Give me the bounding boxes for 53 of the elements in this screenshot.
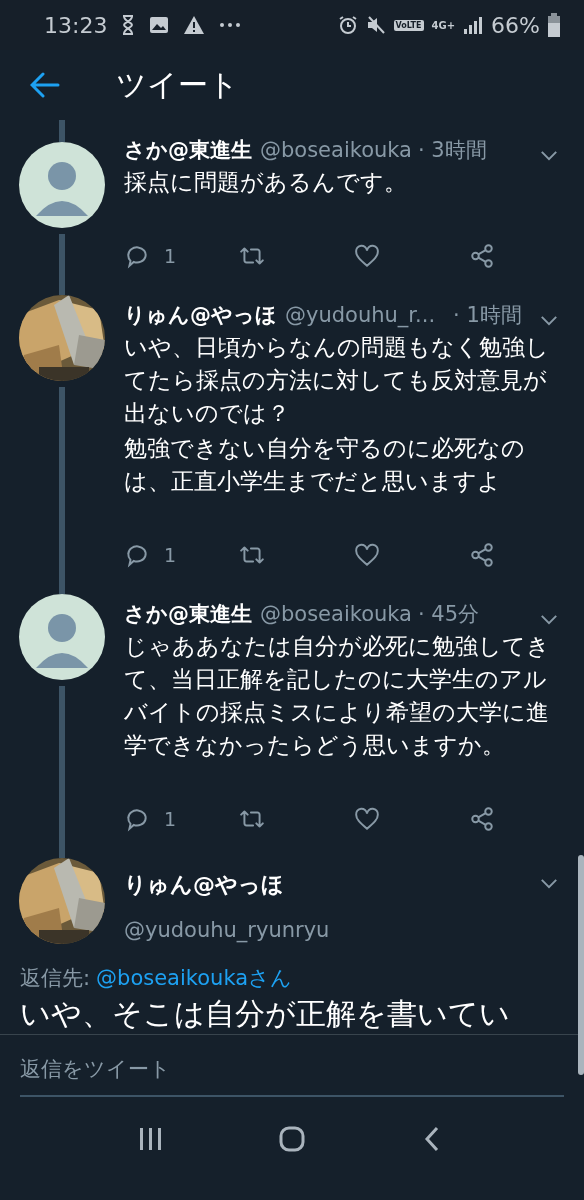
- heart-icon[interactable]: [354, 542, 380, 568]
- mute-icon: [365, 15, 386, 35]
- mention-link[interactable]: @boseaikoukaさん: [96, 966, 293, 990]
- chevron-down-icon[interactable]: [540, 315, 558, 326]
- warning-icon: [183, 15, 206, 35]
- avatar-icon[interactable]: [19, 594, 105, 680]
- chevron-down-icon[interactable]: [540, 150, 558, 161]
- clock-time: 13:23: [44, 12, 108, 38]
- reply-count: 1: [164, 544, 177, 566]
- signal-icon: [463, 15, 484, 35]
- alarm-icon: [337, 15, 358, 35]
- share-icon[interactable]: [469, 243, 495, 269]
- user-name[interactable]: りゅん@やっほ: [124, 301, 277, 329]
- battery-icon: [548, 13, 560, 37]
- tweet-time: · 1時間: [453, 302, 522, 329]
- reply-to-label: 返信先:: [20, 966, 91, 990]
- user-handle[interactable]: @boseaikouka: [260, 602, 412, 626]
- volte-icon: VoLTE: [393, 19, 424, 31]
- tweet-text: いや、日頃からなんの問題もなく勉強してたら採点の方法に対しても反対意見が出ないのでは？: [124, 333, 550, 428]
- share-icon[interactable]: [469, 542, 495, 568]
- tweet-text: じゃああなたは自分が必死に勉強してきて、当日正解を記したのに大学生のアルバイトの採点ミスにより希望の大学に進学できなかったらどう思いますか。: [124, 632, 551, 760]
- tweet-text: 採点に問題があるんです。: [124, 168, 408, 197]
- tweet-time: · 45分: [418, 601, 480, 628]
- reply-icon[interactable]: [124, 542, 150, 568]
- hourglass-icon: [121, 15, 136, 35]
- user-name[interactable]: さか@東進生: [124, 600, 252, 628]
- more-icon: [219, 22, 242, 28]
- heart-icon[interactable]: [354, 243, 380, 269]
- battery-percent: 66%: [491, 12, 540, 38]
- reply-count: 1: [164, 808, 177, 830]
- heart-icon[interactable]: [354, 806, 380, 832]
- back-arrow-icon[interactable]: [30, 72, 60, 98]
- user-handle[interactable]: @yudouhu_ryunryu: [124, 918, 540, 942]
- chevron-down-icon[interactable]: [540, 614, 558, 625]
- scrollbar[interactable]: [578, 855, 584, 1075]
- tweet-time: · 3時間: [418, 137, 487, 164]
- chevron-down-icon[interactable]: [540, 878, 558, 889]
- reply-icon[interactable]: [124, 243, 150, 269]
- tweet-text: いや、そこは自分が正解を書いてい: [19, 995, 511, 1032]
- user-name[interactable]: さか@東進生: [124, 136, 252, 164]
- avatar-icon[interactable]: [19, 142, 105, 228]
- image-icon: [149, 15, 170, 35]
- tweet-text: 勉強できない自分を守るのに必死なのは、正直小学生までだと思いますよ: [124, 434, 526, 496]
- home-icon[interactable]: [278, 1125, 306, 1153]
- network-type: 4G+: [431, 19, 456, 31]
- reply-count: 1: [164, 245, 177, 267]
- user-handle[interactable]: @boseaikouka: [260, 138, 412, 162]
- user-name[interactable]: りゅん@やっほ: [124, 870, 540, 900]
- reply-icon[interactable]: [124, 806, 150, 832]
- user-handle[interactable]: @yudouhu_r...: [285, 303, 436, 327]
- page-title: ツイート: [116, 65, 239, 104]
- share-icon[interactable]: [469, 806, 495, 832]
- reply-input-field[interactable]: 返信をツイート: [20, 1053, 564, 1097]
